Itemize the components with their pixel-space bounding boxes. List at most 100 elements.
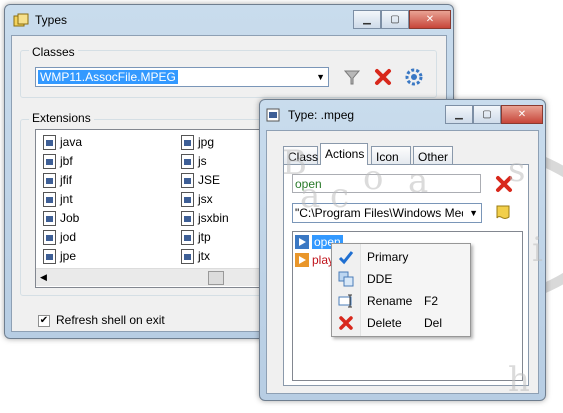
menu-item-primary[interactable]: Primary [332,246,470,268]
close-button[interactable]: ✕ [409,10,451,29]
list-item[interactable]: jbf [43,153,73,169]
file-icon [181,248,194,264]
file-icon [43,229,56,245]
file-icon [43,134,56,150]
file-icon [181,153,194,169]
list-item[interactable]: jpg [181,134,214,150]
minimize-button[interactable]: ▁ [353,10,381,29]
extension-label: js [198,154,207,168]
filter-button[interactable] [342,67,362,87]
extensions-list[interactable]: java jbf jfif jnt Job jod jpe jpeg jpg j… [35,129,279,288]
list-item[interactable]: jtp [181,229,211,245]
class-combo-value: WMP11.AssocFile.MPEG [38,70,178,84]
delete-x-icon [375,69,391,85]
delete-x-icon [496,176,512,192]
file-icon [181,210,194,226]
extension-label: java [60,135,83,149]
list-item[interactable]: js [181,153,207,169]
filter-icon [343,70,361,85]
action-name-value: open [295,177,322,191]
chevron-down-icon: ▼ [469,208,478,218]
scroll-left-icon[interactable]: ◀ [40,272,47,283]
menu-item-label: Rename [367,294,413,308]
maximize-button[interactable]: ▢ [381,10,409,29]
class-combobox[interactable]: WMP11.AssocFile.MPEG ▼ [35,67,329,87]
tab-class[interactable]: Class [283,146,318,165]
list-item[interactable]: jtx [181,248,210,264]
rename-icon [338,294,352,308]
list-item[interactable]: Job [43,210,79,226]
delete-class-button[interactable] [373,67,393,87]
menu-item-dde[interactable]: DDE [332,268,470,290]
file-icon [181,172,194,188]
tab-other[interactable]: Other [413,146,453,165]
extension-label: jsx [198,192,213,206]
file-icon [43,172,56,188]
command-value: "C:\Program Files\Windows Media [295,206,463,220]
tab-actions[interactable]: Actions [320,143,368,165]
context-menu: Primary DDE Rename F2 Delete Del [331,243,471,337]
extension-label: jsxbin [198,211,229,225]
maximize-icon: ▢ [482,109,492,120]
list-item[interactable]: jnt [43,191,73,207]
refresh-checkbox[interactable]: ✔ [38,315,50,327]
menu-item-shortcut: F2 [424,294,439,308]
extension-label: Job [60,211,80,225]
action-name-field[interactable]: open [292,174,481,193]
list-item[interactable]: jfif [43,172,72,188]
file-icon [43,191,56,207]
file-icon [181,229,194,245]
tab-label: Actions [325,147,365,161]
file-icon [181,134,194,150]
extension-label: jbf [60,154,73,168]
classes-label: Classes [29,45,78,59]
close-icon: ✕ [517,109,527,120]
types-titlebar[interactable]: Types ▁ ▢ ✕ [5,5,453,35]
list-item[interactable]: jpe [43,248,76,264]
dde-icon [338,271,354,287]
file-icon [43,210,56,226]
menu-item-label: DDE [367,272,393,286]
extension-label: jod [60,230,77,244]
extensions-label: Extensions [29,111,94,125]
menu-item-delete[interactable]: Delete Del [332,312,470,334]
refresh-label: Refresh shell on exit [56,313,165,327]
type-titlebar[interactable]: Type: .mpeg ▁ ▢ ✕ [260,100,545,130]
menu-item-label: Delete [367,316,402,330]
settings-button[interactable] [404,67,424,87]
chevron-down-icon: ▼ [316,72,325,82]
file-icon [43,153,56,169]
extension-label: jtp [198,230,211,244]
list-item[interactable]: JSE [181,172,220,188]
list-item[interactable]: jsxbin [181,210,229,226]
close-icon: ✕ [425,14,435,25]
tab-icon[interactable]: Icon [371,146,411,165]
close-button[interactable]: ✕ [501,105,543,124]
browse-button[interactable] [495,203,513,223]
delete-x-icon [339,316,353,330]
checkmark-icon [338,251,354,265]
extension-label: JSE [198,173,221,187]
tab-label: Icon [376,150,399,164]
menu-item-label: Primary [367,250,409,264]
type-window-title: Type: .mpeg [288,108,355,122]
extension-label: jpe [60,249,77,263]
maximize-button[interactable]: ▢ [473,105,501,124]
scrollbar-thumb[interactable] [208,271,224,285]
maximize-icon: ▢ [390,14,400,25]
list-item[interactable]: java [43,134,82,150]
list-item[interactable]: jod [43,229,76,245]
list-item[interactable]: jsx [181,191,213,207]
window-title: Types [35,13,68,27]
delete-action-button[interactable] [494,174,514,194]
extension-label: jfif [60,173,72,187]
menu-item-rename[interactable]: Rename F2 [332,290,470,312]
action-item-play[interactable]: play [295,252,334,268]
minimize-button[interactable]: ▁ [445,105,473,124]
command-combobox[interactable]: "C:\Program Files\Windows Media ▼ [292,203,482,223]
minimize-icon: ▁ [455,109,463,120]
extension-label: jpg [198,135,215,149]
tab-label: Other [418,150,449,164]
file-icon [181,191,194,207]
horizontal-scrollbar[interactable]: ◀ [36,268,276,286]
